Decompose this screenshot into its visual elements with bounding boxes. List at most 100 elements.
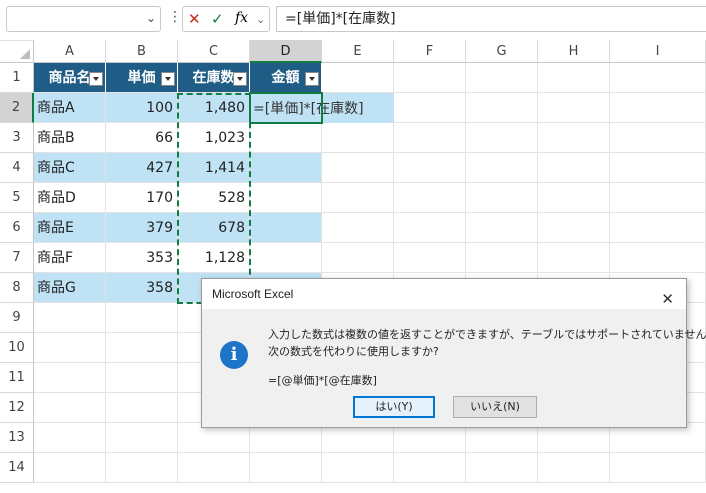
- empty-cell[interactable]: [34, 393, 106, 423]
- table-header-product-name[interactable]: 商品名: [34, 63, 106, 93]
- row-header[interactable]: 6: [0, 213, 34, 243]
- column-header-b[interactable]: B: [106, 40, 178, 63]
- more-options-icon[interactable]: ⋮: [168, 9, 182, 25]
- table-cell-name[interactable]: 商品F: [34, 243, 106, 273]
- chevron-down-icon[interactable]: ⌄: [146, 11, 156, 25]
- empty-cell[interactable]: [538, 93, 610, 123]
- filter-dropdown-icon[interactable]: [161, 72, 175, 86]
- table-cell-stock[interactable]: 1,023: [178, 123, 250, 153]
- empty-cell[interactable]: [322, 213, 394, 243]
- row-header[interactable]: 14: [0, 453, 34, 483]
- empty-cell[interactable]: [34, 363, 106, 393]
- column-header-h[interactable]: H: [538, 40, 610, 63]
- filter-dropdown-icon[interactable]: [305, 72, 319, 86]
- empty-cell[interactable]: [538, 183, 610, 213]
- filter-dropdown-icon[interactable]: [89, 72, 103, 86]
- column-header-d[interactable]: D: [250, 40, 322, 63]
- table-cell-name[interactable]: 商品B: [34, 123, 106, 153]
- empty-cell[interactable]: [466, 123, 538, 153]
- row-header[interactable]: 3: [0, 123, 34, 153]
- empty-cell[interactable]: [466, 93, 538, 123]
- empty-cell[interactable]: [106, 303, 178, 333]
- row-header[interactable]: 2: [0, 93, 34, 123]
- row-header[interactable]: 8: [0, 273, 34, 303]
- select-all-corner[interactable]: [0, 40, 34, 63]
- empty-cell[interactable]: [466, 243, 538, 273]
- no-button[interactable]: いいえ(N): [453, 396, 537, 418]
- empty-cell[interactable]: [610, 183, 706, 213]
- row-header[interactable]: 5: [0, 183, 34, 213]
- table-cell-name[interactable]: 商品E: [34, 213, 106, 243]
- empty-cell[interactable]: [322, 123, 394, 153]
- empty-cell[interactable]: [106, 453, 178, 483]
- empty-cell[interactable]: [466, 213, 538, 243]
- empty-cell[interactable]: [610, 153, 706, 183]
- table-cell-stock[interactable]: 1,414: [178, 153, 250, 183]
- empty-cell[interactable]: [322, 243, 394, 273]
- table-cell-stock[interactable]: 1,128: [178, 243, 250, 273]
- table-cell-name[interactable]: 商品D: [34, 183, 106, 213]
- formula-input[interactable]: =[単価]*[在庫数]: [276, 6, 706, 32]
- empty-cell[interactable]: [610, 63, 706, 93]
- table-cell-amount[interactable]: [250, 213, 322, 243]
- table-cell-price[interactable]: 358: [106, 273, 178, 303]
- filter-dropdown-icon[interactable]: [233, 72, 247, 86]
- column-header-f[interactable]: F: [394, 40, 466, 63]
- table-header-stock[interactable]: 在庫数: [178, 63, 250, 93]
- row-header[interactable]: 1: [0, 63, 34, 93]
- row-header[interactable]: 9: [0, 303, 34, 333]
- empty-cell[interactable]: [34, 423, 106, 453]
- empty-cell[interactable]: [322, 63, 394, 93]
- column-header-g[interactable]: G: [466, 40, 538, 63]
- empty-cell[interactable]: [394, 183, 466, 213]
- empty-cell[interactable]: [538, 123, 610, 153]
- empty-cell[interactable]: [394, 93, 466, 123]
- empty-cell[interactable]: [106, 393, 178, 423]
- empty-cell[interactable]: [106, 333, 178, 363]
- empty-cell[interactable]: [538, 243, 610, 273]
- table-cell-stock[interactable]: 528: [178, 183, 250, 213]
- empty-cell[interactable]: [466, 183, 538, 213]
- row-header[interactable]: 4: [0, 153, 34, 183]
- table-cell-price[interactable]: 100: [106, 93, 178, 123]
- table-header-price[interactable]: 単価: [106, 63, 178, 93]
- empty-cell[interactable]: [394, 63, 466, 93]
- empty-cell[interactable]: [178, 453, 250, 483]
- row-header[interactable]: 13: [0, 423, 34, 453]
- empty-cell[interactable]: [466, 153, 538, 183]
- empty-cell[interactable]: [250, 453, 322, 483]
- table-cell-amount[interactable]: [250, 123, 322, 153]
- empty-cell[interactable]: [610, 453, 706, 483]
- empty-cell[interactable]: [466, 453, 538, 483]
- column-header-e[interactable]: E: [322, 40, 394, 63]
- empty-cell[interactable]: [322, 453, 394, 483]
- empty-cell[interactable]: [466, 63, 538, 93]
- table-cell-price[interactable]: 427: [106, 153, 178, 183]
- empty-cell[interactable]: [538, 153, 610, 183]
- name-box[interactable]: ⌄: [6, 6, 161, 32]
- column-header-i[interactable]: I: [610, 40, 706, 63]
- empty-cell[interactable]: [394, 453, 466, 483]
- chevron-down-icon[interactable]: ⌄: [256, 13, 265, 26]
- empty-cell[interactable]: [106, 363, 178, 393]
- table-cell-amount[interactable]: [250, 183, 322, 213]
- table-cell-name[interactable]: 商品C: [34, 153, 106, 183]
- empty-cell[interactable]: [610, 123, 706, 153]
- empty-cell[interactable]: [610, 93, 706, 123]
- empty-cell[interactable]: [394, 123, 466, 153]
- table-cell-name[interactable]: 商品A: [34, 93, 106, 123]
- table-cell-stock[interactable]: 678: [178, 213, 250, 243]
- empty-cell[interactable]: [394, 243, 466, 273]
- row-header[interactable]: 11: [0, 363, 34, 393]
- table-cell-amount[interactable]: [250, 243, 322, 273]
- table-cell-price[interactable]: 170: [106, 183, 178, 213]
- empty-cell[interactable]: [538, 213, 610, 243]
- row-header[interactable]: 12: [0, 393, 34, 423]
- fx-icon[interactable]: fx: [235, 10, 248, 26]
- x-icon[interactable]: ✕: [188, 10, 201, 28]
- empty-cell[interactable]: [394, 153, 466, 183]
- table-cell-stock[interactable]: 1,480: [178, 93, 250, 123]
- row-header[interactable]: 10: [0, 333, 34, 363]
- table-cell-price[interactable]: 379: [106, 213, 178, 243]
- column-header-a[interactable]: A: [34, 40, 106, 63]
